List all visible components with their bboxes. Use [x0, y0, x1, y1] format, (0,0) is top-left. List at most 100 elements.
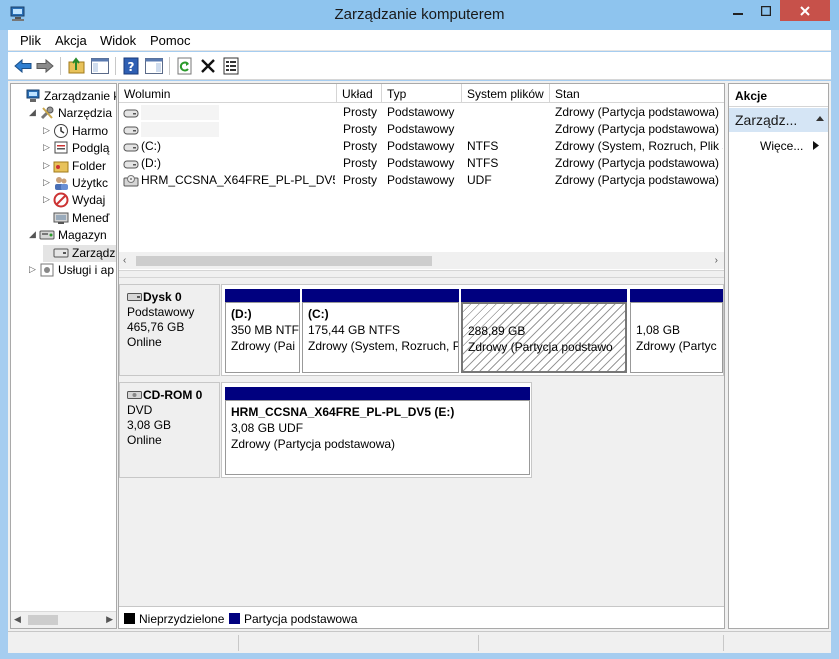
menu-plik[interactable]: Plik [20, 33, 41, 48]
disk-0-partitions: (D:) 350 MB NTF Zdrowy (Pai (C:) 175,44 … [221, 284, 724, 376]
expander-icon[interactable]: ▷ [43, 195, 52, 204]
partition-unlabeled-1[interactable]: 288,89 GB Zdrowy (Partycja podstawo [461, 289, 627, 373]
cell-type: Podstawowy [387, 156, 455, 170]
expander-icon[interactable]: ▷ [43, 125, 52, 135]
window-title: Zarządzanie komputerem [334, 6, 505, 23]
cd-drive-icon [127, 391, 142, 399]
refresh-icon[interactable] [175, 56, 195, 76]
partition-status: Zdrowy (Partyc [636, 339, 717, 353]
disk-0-size: 465,76 GB [127, 320, 185, 334]
cell-status: Zdrowy (Partycja podstawowa) [555, 122, 720, 136]
disk-management-icon [53, 245, 69, 261]
partition-e[interactable]: HRM_CCSNA_X64FRE_PL-PL_DV5 (E:) 3,08 GB … [225, 387, 530, 475]
menu-akcja[interactable]: Akcja [55, 33, 87, 48]
cell-status: Zdrowy (Partycja podstawowa) [555, 156, 720, 170]
disk-graph: Dysk 0 Podstawowy 465,76 GB Online (D:) … [119, 278, 724, 606]
submenu-arrow-icon[interactable] [813, 141, 819, 150]
help-icon[interactable]: ? [121, 56, 141, 76]
partition-status: Zdrowy (System, Rozruch, P [308, 339, 459, 353]
table-row[interactable]: Prosty Podstawowy Zdrowy (Partycja podstaw… [119, 121, 724, 138]
expander-placeholder [43, 213, 52, 222]
table-row[interactable]: Prosty Podstawowy Zdrowy (Partycja podstaw… [119, 104, 724, 121]
expander-icon[interactable]: ▷ [43, 178, 52, 187]
column-header: Wolumin Układ Typ System plików Stan [119, 84, 724, 103]
delete-icon[interactable] [198, 56, 218, 76]
collapse-up-icon[interactable] [816, 114, 824, 124]
disk-0-label[interactable]: Dysk 0 Podstawowy 465,76 GB Online [119, 284, 220, 376]
expander-icon[interactable]: ▷ [29, 265, 38, 274]
cell-status: Zdrowy (Partycja podstawowa) [555, 105, 720, 119]
scroll-right-icon[interactable]: ▶ [106, 614, 113, 625]
expander-icon[interactable]: ▷ [43, 143, 52, 152]
cdrom-0-name: CD-ROM 0 [143, 388, 203, 402]
partition-c[interactable]: (C:) 175,44 GB NTFS Zdrowy (System, Rozr… [302, 289, 459, 373]
tree-node-label: Harmo [72, 123, 109, 138]
disk-0-type: Podstawowy [127, 305, 195, 319]
column-system-plikow[interactable]: System plików [462, 84, 550, 103]
cell-layout: Prosty [343, 173, 378, 187]
legend-swatch-primary [229, 613, 240, 624]
properties-icon[interactable] [221, 56, 241, 76]
shared-folders-icon [53, 158, 69, 174]
up-folder-icon[interactable] [67, 56, 87, 76]
list-scroll-thumb[interactable] [136, 256, 432, 266]
menu-widok[interactable]: Widok [100, 33, 136, 48]
expander-icon[interactable]: ◢ [29, 108, 38, 117]
cell-volume [141, 122, 219, 137]
table-row[interactable]: (C:) Prosty Podstawowy NTFS Zdrowy (System, … [119, 138, 724, 155]
console-view-icon[interactable] [144, 56, 164, 76]
close-button[interactable] [780, 0, 830, 21]
svg-text:?: ? [128, 60, 135, 74]
action-more[interactable]: Więce... [760, 139, 803, 153]
cell-type: Podstawowy [387, 173, 455, 187]
tools-icon [39, 105, 55, 121]
cell-volume: (C:) [141, 139, 161, 153]
tree-horizontal-scrollbar[interactable]: ◀ ▶ [11, 611, 116, 628]
column-typ[interactable]: Typ [382, 84, 462, 103]
navigation-tree: Zarządzanie k ◢ Narzędzia ▷ Harmo ▷ Podglą ▷ Fol… [10, 83, 117, 629]
expander-icon[interactable]: ◢ [29, 230, 38, 239]
back-arrow-icon[interactable] [13, 56, 33, 76]
task-scheduler-icon [53, 123, 69, 139]
tree-node[interactable]: Zarządz [43, 244, 116, 262]
actions-section[interactable]: Zarządz... [729, 108, 828, 132]
tree-node-label: Magazyn [58, 228, 107, 243]
table-row[interactable]: HRM_CCSNA_X64FRE_PL-PL_DV5 (E:) Prosty Pod… [119, 172, 724, 189]
cell-layout: Prosty [343, 122, 378, 136]
column-stan[interactable]: Stan [550, 84, 724, 103]
title-bar: Zarządzanie komputerem [0, 0, 839, 30]
menu-pomoc[interactable]: Pomoc [150, 33, 190, 48]
cell-status: Zdrowy (Partycja podstawowa) [555, 173, 720, 187]
tree-node-label: Narzędzia [58, 106, 113, 121]
tree-node-label: Usługi i ap [58, 263, 115, 277]
scroll-left-icon[interactable]: ‹ [123, 255, 126, 266]
partition-name: (D:) [231, 307, 252, 321]
cell-volume: HRM_CCSNA_X64FRE_PL-PL_DV5 (E:) [141, 173, 335, 187]
column-wolumin[interactable]: Wolumin [119, 84, 337, 103]
maximize-button[interactable] [752, 0, 780, 21]
pane-splitter[interactable] [119, 270, 724, 278]
column-uklad[interactable]: Układ [337, 84, 382, 103]
scroll-right-icon[interactable]: › [715, 255, 718, 266]
tree-node-label: Użytkc [72, 176, 108, 190]
actions-pane: Akcje Zarządz... Więce... [728, 83, 829, 629]
partition-status: Zdrowy (Partycja podstawowa) [231, 437, 396, 451]
expander-icon[interactable]: ▷ [43, 160, 52, 170]
list-horizontal-scrollbar[interactable]: ‹ › [119, 252, 724, 269]
cdrom-0-label[interactable]: CD-ROM 0 DVD 3,08 GB Online [119, 382, 220, 478]
partition-name [468, 307, 620, 323]
show-tree-icon[interactable] [90, 56, 110, 76]
forward-arrow-icon[interactable] [35, 56, 55, 76]
partition-d[interactable]: (D:) 350 MB NTF Zdrowy (Pai [225, 289, 300, 373]
expander-placeholder [43, 248, 52, 257]
partition-unlabeled-2[interactable]: 1,08 GB Zdrowy (Partyc [630, 289, 723, 373]
main-content: Zarządzanie k ◢ Narzędzia ▷ Harmo ▷ Podglą ▷ Fol… [8, 81, 831, 631]
table-row[interactable]: (D:) Prosty Podstawowy NTFS Zdrowy (Partycja… [119, 155, 724, 172]
cdrom-0-type: DVD [127, 403, 153, 417]
scroll-left-icon[interactable]: ◀ [14, 614, 21, 625]
tree-node-label: Folder [72, 158, 107, 173]
tree-scroll-thumb[interactable] [28, 615, 58, 625]
partition-size: 175,44 GB NTFS [308, 323, 401, 337]
legend-label-primary: Partycja podstawowa [244, 612, 358, 626]
minimize-button[interactable] [724, 0, 752, 21]
